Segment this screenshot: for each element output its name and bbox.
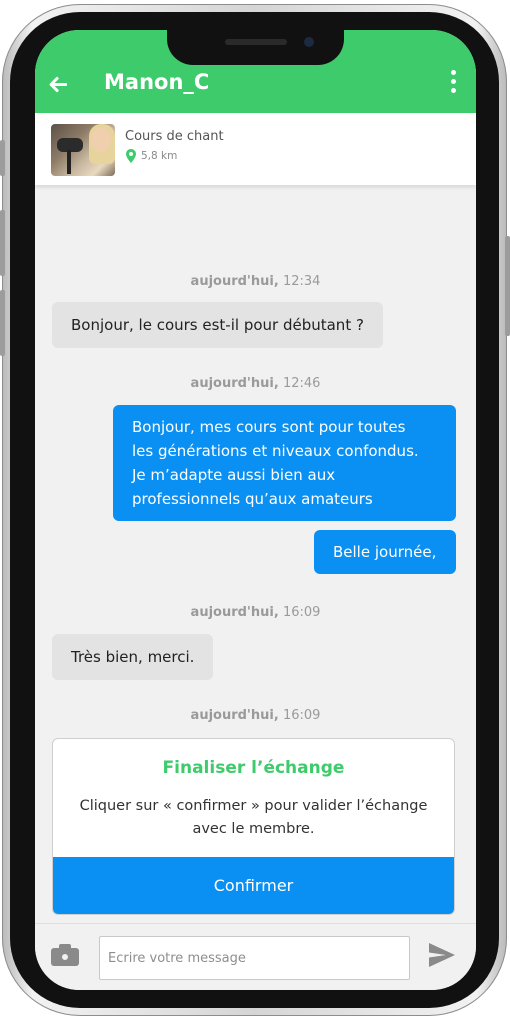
message-timestamp: aujourd'hui, 12:46 [190, 376, 321, 391]
speaker-grille [225, 39, 287, 45]
finalize-title: Finaliser l’échange [162, 758, 345, 778]
volume-down-button [0, 290, 5, 356]
listing-title: Cours de chant [125, 129, 224, 144]
power-button [505, 236, 510, 336]
conversation-title: Manon_C [104, 70, 210, 94]
finalize-description: Cliquer sur « confirmer » pour valider l… [79, 798, 428, 837]
incoming-message: Bonjour, le cours est-il pour débutant ? [52, 302, 383, 348]
map-pin-icon [126, 149, 136, 163]
listing-card[interactable]: Cours de chant 5,8 km [35, 113, 476, 185]
more-vertical-icon[interactable] [449, 70, 459, 96]
incoming-message: Très bien, merci. [52, 634, 214, 680]
front-camera [304, 37, 314, 47]
message-input[interactable] [99, 936, 410, 980]
camera-icon[interactable] [51, 944, 79, 966]
app-screen: Manon_C Cours de chant 5,8 km aujourd'hu… [35, 30, 476, 990]
volume-up-button [0, 210, 5, 276]
send-icon[interactable] [429, 943, 455, 967]
outgoing-message: Belle journée, [314, 530, 456, 574]
message-timestamp: aujourd'hui, 16:09 [190, 708, 321, 723]
message-timestamp: aujourd'hui, 16:09 [190, 605, 321, 620]
finalize-exchange-card: Finaliser l’échange Cliquer sur « confir… [52, 738, 455, 915]
listing-thumbnail [51, 124, 115, 176]
silent-switch [0, 140, 5, 176]
arrow-left-icon[interactable] [48, 74, 70, 96]
message-composer [35, 923, 476, 990]
message-timestamp: aujourd'hui, 12:34 [190, 274, 321, 289]
phone-notch [167, 30, 344, 65]
listing-distance: 5,8 km [141, 150, 178, 162]
outgoing-message: Bonjour, mes cours sont pour toutes les … [113, 405, 456, 521]
confirm-button[interactable]: Confirmer [53, 857, 454, 914]
